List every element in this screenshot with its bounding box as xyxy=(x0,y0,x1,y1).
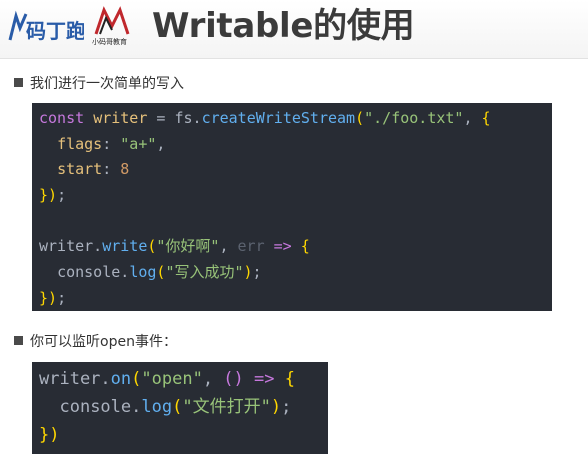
code-token: => xyxy=(273,237,292,256)
brand-logo-icon: 码丁跑 xyxy=(8,10,84,43)
code-token: ; xyxy=(281,397,292,417)
brand-m-logo-icon: 小码哥教育 xyxy=(92,6,130,46)
code-token: } xyxy=(39,425,50,445)
code-token: ( xyxy=(355,109,365,127)
code-line: const writer = fs.createWriteStream("./f… xyxy=(39,106,552,132)
code-token: writer xyxy=(93,109,148,127)
code-token: , xyxy=(463,109,482,127)
code-line: }); xyxy=(39,183,552,209)
code-line: }); xyxy=(39,286,552,312)
code-token: , xyxy=(219,237,238,256)
code-token: log xyxy=(141,397,173,417)
code-token: } xyxy=(39,186,49,205)
code-token: console. xyxy=(59,397,142,417)
code-token: "你好啊" xyxy=(156,237,220,256)
code-line: writer.write("你好啊", err => { xyxy=(39,234,552,260)
code-token: } xyxy=(39,288,49,307)
bullet-square-icon xyxy=(14,78,23,87)
code-token: "open" xyxy=(141,369,203,389)
code-token: "写入成功" xyxy=(165,263,244,282)
code-token: => xyxy=(254,369,275,389)
code-block-open-event: writer.on("open", () => { console.log("文… xyxy=(32,362,328,454)
code-token: ( xyxy=(172,397,183,417)
bullet-text: 你可以监听open事件： xyxy=(30,334,177,350)
code-token: "./foo.txt" xyxy=(364,109,464,127)
code-token: = xyxy=(147,109,175,127)
code-token: ; xyxy=(252,263,262,282)
code-line: console.log("写入成功"); xyxy=(39,260,552,286)
code-token: ) xyxy=(49,425,60,445)
code-token: ) xyxy=(243,263,253,282)
code-token: ) xyxy=(48,288,58,307)
page-title: Writable的使用 xyxy=(152,6,415,46)
code-token: writer. xyxy=(39,237,103,256)
slide-header: 码丁跑 小码哥教育 Writable的使用 xyxy=(0,0,588,59)
code-token: createWriteStream xyxy=(201,109,356,127)
code-token: , xyxy=(202,369,224,389)
code-token: { xyxy=(284,369,296,389)
code-token: ( xyxy=(131,369,142,389)
code-token: console. xyxy=(57,263,130,282)
code-token: ) xyxy=(270,397,282,417)
code-token: fs. xyxy=(174,109,202,127)
code-token: err xyxy=(237,237,265,256)
brand-subtitle-text: 小码哥教育 xyxy=(92,37,127,46)
code-token: ; xyxy=(57,288,67,307)
bullet-item: 你可以监听open事件： xyxy=(14,332,177,352)
brand-logo-text: 码丁跑 xyxy=(26,19,84,43)
code-token: flags xyxy=(57,134,103,153)
code-token: ; xyxy=(57,186,67,205)
code-token: { xyxy=(481,109,491,127)
bullet-square-icon xyxy=(14,336,23,345)
code-line: console.log("文件打开"); xyxy=(39,393,328,421)
code-token: "文件打开" xyxy=(182,397,271,417)
code-token: start xyxy=(57,160,103,179)
code-line: }) xyxy=(39,421,328,449)
code-token: "a+" xyxy=(120,134,157,153)
code-token: log xyxy=(129,263,157,282)
code-line: flags: "a+", xyxy=(39,132,552,158)
code-line: start: 8 xyxy=(39,157,552,183)
code-line: writer.on("open", () => { xyxy=(39,365,328,393)
code-token: 8 xyxy=(120,160,130,179)
code-token: ) xyxy=(48,186,58,205)
code-token: () xyxy=(223,369,244,389)
bullet-item: 我们进行一次简单的写入 xyxy=(14,74,184,94)
code-token: const xyxy=(39,109,94,127)
code-token: { xyxy=(300,237,310,256)
code-token: : xyxy=(102,160,121,179)
code-token: , xyxy=(156,134,166,153)
code-token: writer. xyxy=(39,369,111,389)
code-token: write xyxy=(102,237,148,256)
code-token: : xyxy=(102,134,121,153)
code-token: on xyxy=(110,369,132,389)
code-block-write: const writer = fs.createWriteStream("./f… xyxy=(32,103,552,311)
bullet-text: 我们进行一次简单的写入 xyxy=(30,76,184,92)
